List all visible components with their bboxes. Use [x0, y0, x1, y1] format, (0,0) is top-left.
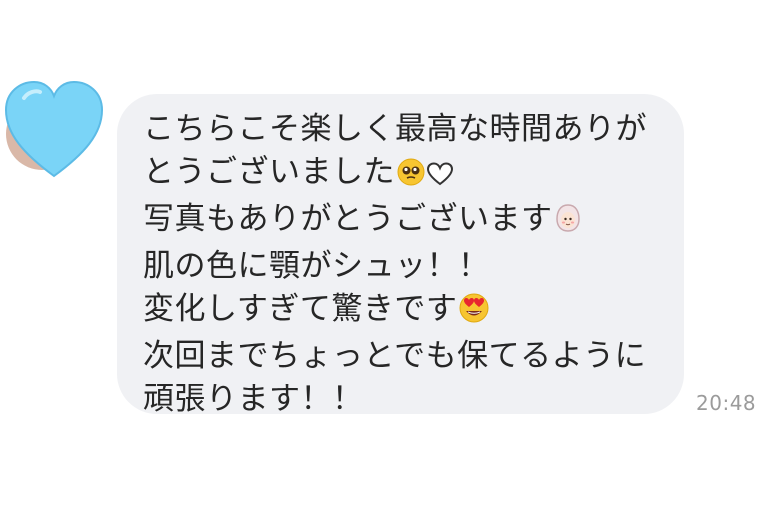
chat-screen: こちらこそ楽しく最高な時間ありが とうございました 写真もありがとうございます … [0, 0, 770, 510]
message-line-text: 頑張ります！！ [143, 381, 364, 417]
message-line: 次回までちょっとでも保てるように [143, 335, 664, 378]
message-line: とうございました [143, 151, 664, 198]
message-line-text: 次回までちょっとでも保てるように [143, 338, 647, 374]
message-line-text: 写真もありがとうございます [143, 201, 553, 237]
message-line: 写真もありがとうございます [143, 198, 664, 245]
message-line: 頑張ります！！ [143, 378, 664, 421]
message-line-text: こちらこそ楽しく最高な時間ありが [143, 111, 647, 147]
message-line-text: 肌の色に顎がシュッ！！ [143, 248, 490, 284]
message-line: こちらこそ楽しく最高な時間ありが [143, 108, 664, 151]
heart-eyes-face-icon [459, 292, 489, 335]
blue-heart-icon [4, 80, 104, 178]
message-line: 変化しすぎて驚きです [143, 288, 664, 335]
message-line-text: 変化しすぎて驚きです [143, 291, 458, 327]
white-heart-icon [426, 155, 454, 198]
pleading-face-icon [397, 155, 425, 198]
contact-avatar[interactable] [4, 76, 104, 180]
face-with-headscarf-icon [555, 202, 581, 245]
message-line-text: とうございました [143, 154, 395, 190]
message-line: 肌の色に顎がシュッ！！ [143, 245, 664, 288]
message-timestamp: 20:48 [696, 391, 757, 415]
message-bubble[interactable]: こちらこそ楽しく最高な時間ありが とうございました 写真もありがとうございます … [117, 94, 684, 417]
